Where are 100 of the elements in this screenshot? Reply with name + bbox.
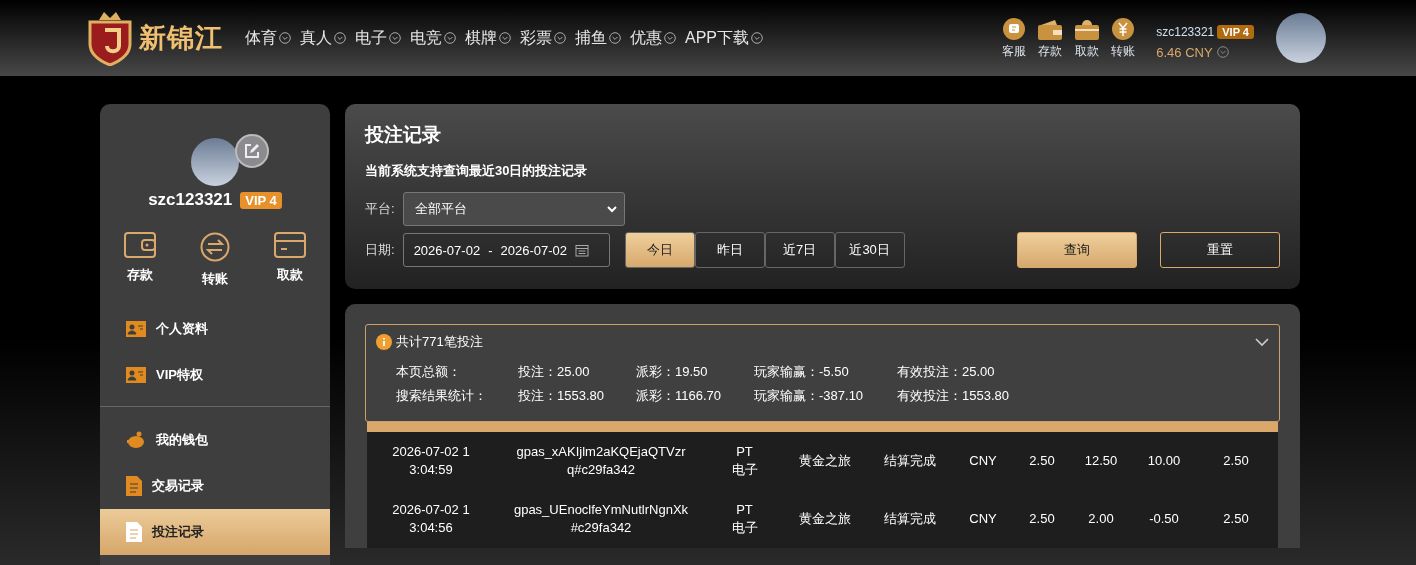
wallet-action-button[interactable]: 取款 bbox=[274, 232, 306, 288]
nav-link[interactable]: 优惠 bbox=[630, 27, 676, 49]
nav-link[interactable]: 彩票 bbox=[520, 27, 566, 49]
date-label: 日期: bbox=[365, 241, 395, 259]
table-cell-text: 2.50 bbox=[1028, 510, 1056, 528]
avatar-placeholder bbox=[191, 138, 239, 186]
summary-title: 共计771笔投注 bbox=[396, 333, 484, 351]
chevron-circle-icon bbox=[664, 32, 676, 44]
username: szc123321 bbox=[1156, 24, 1215, 39]
table-cell-text: 2.50 bbox=[1028, 452, 1056, 470]
sidebar-menu-item[interactable]: VIP特权 bbox=[100, 352, 330, 398]
table-cell-text: CNY bbox=[968, 510, 998, 528]
nav-link[interactable]: APP下载 bbox=[685, 27, 763, 49]
card-icon bbox=[1074, 18, 1101, 41]
summary-value: 玩家输赢：-387.10 bbox=[754, 387, 865, 405]
chevron-circle-icon bbox=[444, 32, 456, 44]
quick-action-button[interactable]: 客服 bbox=[1002, 16, 1027, 60]
date-range-tab[interactable]: 近7日 bbox=[764, 232, 835, 268]
chevron-circle-icon bbox=[279, 32, 291, 44]
table-cell-text: 2.50 bbox=[1222, 510, 1250, 528]
card-icon bbox=[274, 232, 306, 258]
search-button[interactable]: 查询 bbox=[1017, 232, 1137, 268]
table-cell-text: 2026-07-02 13:04:59 bbox=[391, 443, 471, 479]
date-range-tab[interactable]: 昨日 bbox=[694, 232, 765, 268]
summary-value: 本页总额： bbox=[396, 363, 462, 381]
info-icon bbox=[376, 334, 392, 350]
nav-link[interactable]: 真人 bbox=[300, 27, 346, 49]
table-cell-text: 2.00 bbox=[1087, 510, 1115, 528]
sidebar-menu-item[interactable]: 交易记录 bbox=[100, 463, 330, 509]
date-range-tab[interactable]: 近30日 bbox=[834, 232, 905, 268]
summary-value: 派彩：19.50 bbox=[636, 363, 709, 381]
date-range-field[interactable]: 2026-07-02 - 2026-07-02 bbox=[402, 233, 610, 267]
chevron-down-icon bbox=[605, 203, 618, 215]
summary-value: 派彩：1166.70 bbox=[636, 387, 723, 405]
nav-link[interactable]: 体育 bbox=[245, 27, 291, 49]
chevron-circle-icon bbox=[334, 32, 346, 44]
document-icon bbox=[126, 476, 142, 496]
page-title: 投注记录 bbox=[365, 123, 442, 147]
username: szc123321 bbox=[148, 190, 233, 210]
reset-button[interactable]: 重置 bbox=[1160, 232, 1280, 268]
vip-badge: VIP 4 bbox=[1217, 24, 1254, 39]
sidebar-menu-item[interactable]: 投注记录 bbox=[100, 509, 330, 555]
id-card-icon bbox=[126, 367, 146, 383]
summary-value: 投注：1553.80 bbox=[518, 387, 605, 405]
sidebar-menu-item[interactable]: 个人资料 bbox=[100, 306, 330, 352]
edit-icon bbox=[244, 143, 260, 159]
table-cell-text: 2.50 bbox=[1222, 452, 1250, 470]
nav-link[interactable]: 电子 bbox=[355, 27, 401, 49]
chevron-circle-icon bbox=[1216, 46, 1229, 58]
wallet-action-button[interactable]: 转账 bbox=[200, 232, 230, 288]
transfer-icon bbox=[200, 232, 230, 262]
chevron-circle-icon bbox=[609, 32, 621, 44]
date-range-tab[interactable]: 今日 bbox=[624, 232, 695, 268]
platform-label: 平台: bbox=[365, 200, 395, 218]
table-cell-text: CNY bbox=[968, 452, 998, 470]
summary-value: 投注：25.00 bbox=[518, 363, 591, 381]
summary-value: 搜索结果统计： bbox=[396, 387, 488, 405]
chat-icon bbox=[1002, 16, 1027, 41]
edit-avatar-button[interactable] bbox=[235, 134, 269, 168]
piggy-bank-icon bbox=[126, 431, 146, 449]
sidebar-menu-item[interactable]: 我的钱包 bbox=[100, 417, 330, 463]
document-icon bbox=[126, 522, 142, 542]
platform-select[interactable]: 全部平台 bbox=[402, 192, 625, 226]
avatar-placeholder[interactable] bbox=[1276, 13, 1326, 63]
table-cell-text: 12.50 bbox=[1083, 452, 1119, 470]
id-card-icon bbox=[126, 321, 146, 337]
quick-action-button[interactable]: 转账 bbox=[1111, 16, 1136, 60]
balance: 6.46 CNY bbox=[1156, 44, 1213, 60]
table-cell-text: 2026-07-02 13:04:56 bbox=[391, 501, 471, 537]
summary-value: 有效投注：1553.80 bbox=[897, 387, 1010, 405]
table-cell-text: -0.50 bbox=[1148, 510, 1180, 528]
quick-action-button[interactable]: 取款 bbox=[1074, 18, 1101, 60]
table-cell-text: 黄金之旅 bbox=[797, 452, 852, 470]
quick-action-button[interactable]: 存款 bbox=[1037, 18, 1064, 60]
summary-value: 玩家输赢：-5.50 bbox=[754, 363, 850, 381]
table-cell-text: gpas_xAKIjlm2aKQEjaQTVzrq#c29fa342 bbox=[515, 443, 687, 479]
table-cell-text: PT 电子 bbox=[730, 501, 759, 537]
collapse-toggle[interactable] bbox=[1255, 337, 1269, 347]
chevron-circle-icon bbox=[499, 32, 511, 44]
chevron-circle-icon bbox=[389, 32, 401, 44]
yuan-coin-icon bbox=[1111, 16, 1136, 41]
table-cell-text: PT 电子 bbox=[730, 443, 759, 479]
nav-link[interactable]: 电竞 bbox=[410, 27, 456, 49]
chevron-circle-icon bbox=[554, 32, 566, 44]
brand-logo-text: 新锦江 bbox=[139, 22, 223, 55]
query-range-note: 当前系统支持查询最近30日的投注记录 bbox=[365, 162, 589, 180]
table-cell-text: 黄金之旅 bbox=[797, 510, 852, 528]
vip-badge: VIP 4 bbox=[240, 191, 282, 209]
nav-link[interactable]: 棋牌 bbox=[465, 27, 511, 49]
table-cell-text: 10.00 bbox=[1146, 452, 1182, 470]
summary-value: 有效投注：25.00 bbox=[897, 363, 996, 381]
wallet-icon bbox=[1037, 18, 1064, 41]
wallet-action-button[interactable]: 存款 bbox=[124, 232, 156, 288]
table-cell-text: 结算完成 bbox=[882, 452, 937, 470]
nav-link[interactable]: 捕鱼 bbox=[575, 27, 621, 49]
table-cell-text: 结算完成 bbox=[882, 510, 937, 528]
wallet-icon bbox=[124, 232, 156, 258]
chevron-circle-icon bbox=[751, 32, 763, 44]
table-cell-text: gpas_UEnoclfeYmNutlrNgnXk#c29fa342 bbox=[512, 501, 690, 537]
calendar-icon bbox=[574, 243, 589, 257]
